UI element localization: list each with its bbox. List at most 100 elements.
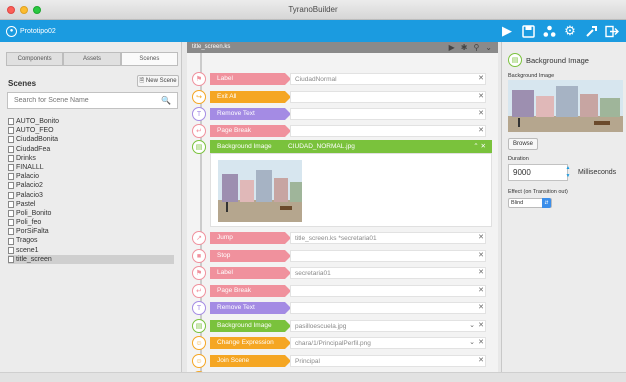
new-scene-button[interactable]: 🗎 New Scene: [137, 75, 179, 87]
component-value[interactable]: CiudadNormal: [290, 73, 486, 85]
editor-file-name: title_screen.ks: [192, 44, 231, 50]
component-row[interactable]: ↵ Page Break ✕: [187, 124, 492, 138]
component-row[interactable]: ☺ Join Scene Principal ✕: [187, 354, 492, 368]
component-label[interactable]: Background Image: [210, 320, 291, 332]
gear-icon[interactable]: ⚙: [562, 23, 578, 39]
component-label[interactable]: Change Expression: [210, 337, 291, 349]
delete-icon[interactable]: ✕: [478, 355, 484, 367]
component-row[interactable]: ■ Stop ✕: [187, 249, 492, 263]
component-value[interactable]: [290, 91, 486, 103]
project-selector[interactable]: ● Prototipo02: [6, 24, 56, 38]
search-icon[interactable]: ⚲: [473, 42, 479, 53]
scene-name: Tragos: [16, 237, 38, 245]
tools-icon[interactable]: [583, 23, 599, 39]
component-label[interactable]: Page Break: [210, 125, 291, 137]
component-row[interactable]: ↗ Jump title_screen.ks *secretaria01 ✕: [187, 231, 492, 245]
component-label[interactable]: Join Scene: [210, 355, 291, 367]
component-row[interactable]: ⚑ Label CiudadNormal ✕: [187, 72, 492, 86]
component-value[interactable]: [290, 250, 486, 262]
share-icon[interactable]: [541, 23, 557, 39]
component-value[interactable]: [290, 285, 486, 297]
background-image-row-expanded[interactable]: ▤ Background Image CIUDAD_NORMAL.jpg ⌃ ✕: [187, 140, 492, 154]
scene-list-item[interactable]: Drinks: [8, 154, 174, 163]
save-icon[interactable]: [520, 23, 536, 39]
component-value[interactable]: [290, 125, 486, 137]
tab-components[interactable]: Components: [6, 52, 64, 66]
scene-list-item[interactable]: CiudadBonita: [8, 135, 174, 144]
component-row[interactable]: ▤ Background Image pasilloescuela.jpg ⌄ ✕: [187, 319, 492, 333]
component-value[interactable]: title_screen.ks *secretaria01: [290, 232, 486, 244]
chevron-down-icon[interactable]: ⌄: [469, 337, 475, 349]
tab-assets[interactable]: Assets: [63, 52, 121, 66]
delete-icon[interactable]: ✕: [478, 320, 484, 332]
document-icon: [8, 182, 14, 190]
component-value[interactable]: Principal: [290, 355, 486, 367]
browse-button[interactable]: Browse: [508, 138, 538, 150]
delete-icon[interactable]: ✕: [478, 285, 484, 297]
delete-icon[interactable]: ✕: [478, 232, 484, 244]
delete-icon[interactable]: ✕: [478, 73, 484, 85]
document-icon: [8, 118, 14, 126]
component-label[interactable]: Stop: [210, 250, 291, 262]
scene-search-input[interactable]: [8, 93, 158, 108]
document-icon: [8, 145, 14, 153]
scene-list-item[interactable]: Pastel: [8, 200, 174, 209]
scene-list-item[interactable]: CiudadFea: [8, 145, 174, 154]
component-label[interactable]: Label: [210, 73, 291, 85]
scene-list-item[interactable]: Tragos: [8, 236, 174, 245]
delete-icon[interactable]: ✕: [478, 250, 484, 262]
delete-icon[interactable]: ✕: [478, 125, 484, 137]
component-row[interactable]: T Remove Text ✕: [187, 107, 492, 121]
scene-name: Palacio: [16, 173, 39, 181]
scene-list-item[interactable]: scene1: [8, 246, 174, 255]
component-value[interactable]: chara/1/PrincipalPerfil.png: [290, 337, 486, 349]
scene-list-item[interactable]: PorSiFalta: [8, 227, 174, 236]
component-row[interactable]: ⚑ Label secretaria01 ✕: [187, 266, 492, 280]
delete-icon[interactable]: ✕: [478, 337, 484, 349]
scene-list-item[interactable]: Poli_Bonito: [8, 209, 174, 218]
component-label[interactable]: Page Break: [210, 285, 291, 297]
duration-stepper[interactable]: ▲ ▼: [564, 164, 572, 181]
component-label[interactable]: Label: [210, 267, 291, 279]
scene-list-item[interactable]: title_screen: [8, 254, 174, 264]
component-row[interactable]: ☺ Change Expression chara/1/PrincipalPerfi…: [187, 336, 492, 350]
collapse-close-controls[interactable]: ⌃ ✕: [473, 140, 486, 153]
component-row[interactable]: T Remove Text ✕: [187, 301, 492, 315]
background-image-bar[interactable]: Background Image CIUDAD_NORMAL.jpg ⌃ ✕: [210, 140, 492, 153]
scene-list-item[interactable]: AUTO_Bonito: [8, 117, 174, 126]
effect-select[interactable]: Blind ⇵: [508, 198, 552, 208]
scene-list-item[interactable]: Palacio3: [8, 191, 174, 200]
document-icon: [8, 246, 14, 254]
scene-name: FINALLL: [16, 163, 44, 171]
delete-icon[interactable]: ✕: [478, 267, 484, 279]
component-label[interactable]: Remove Text: [210, 108, 291, 120]
component-value[interactable]: secretaria01: [290, 267, 486, 279]
properties-title: ▤ Background Image: [508, 53, 589, 67]
component-value[interactable]: [290, 302, 486, 314]
chevron-down-icon[interactable]: ⌄: [485, 42, 492, 53]
play-icon[interactable]: ▶: [499, 23, 515, 39]
exit-icon[interactable]: [604, 23, 620, 39]
bug-icon[interactable]: ✱: [461, 42, 468, 53]
component-label[interactable]: Jump: [210, 232, 291, 244]
delete-icon[interactable]: ✕: [478, 91, 484, 103]
component-label[interactable]: Remove Text: [210, 302, 291, 314]
scene-list-item[interactable]: Palacio: [8, 172, 174, 181]
chevron-down-icon[interactable]: ⌄: [469, 320, 475, 332]
delete-icon[interactable]: ✕: [478, 108, 484, 120]
scene-list-item[interactable]: AUTO_FEO: [8, 126, 174, 135]
component-value[interactable]: [290, 108, 486, 120]
play-icon[interactable]: ▶: [449, 42, 455, 53]
search-icon[interactable]: 🔍: [161, 96, 171, 105]
scene-list-item[interactable]: Poli_feo: [8, 218, 174, 227]
duration-input[interactable]: 9000: [508, 164, 568, 181]
tab-scenes[interactable]: Scenes: [120, 52, 178, 66]
scene-list-item[interactable]: Palacio2: [8, 181, 174, 190]
component-label[interactable]: Exit All: [210, 91, 291, 103]
component-value[interactable]: pasilloescuela.jpg: [290, 320, 486, 332]
delete-icon[interactable]: ✕: [478, 302, 484, 314]
component-row[interactable]: ↵ Page Break ✕: [187, 284, 492, 298]
component-row[interactable]: ↪ Exit All ✕: [187, 90, 492, 104]
component-label: Background Image: [217, 143, 272, 150]
scene-list-item[interactable]: FINALLL: [8, 163, 174, 172]
